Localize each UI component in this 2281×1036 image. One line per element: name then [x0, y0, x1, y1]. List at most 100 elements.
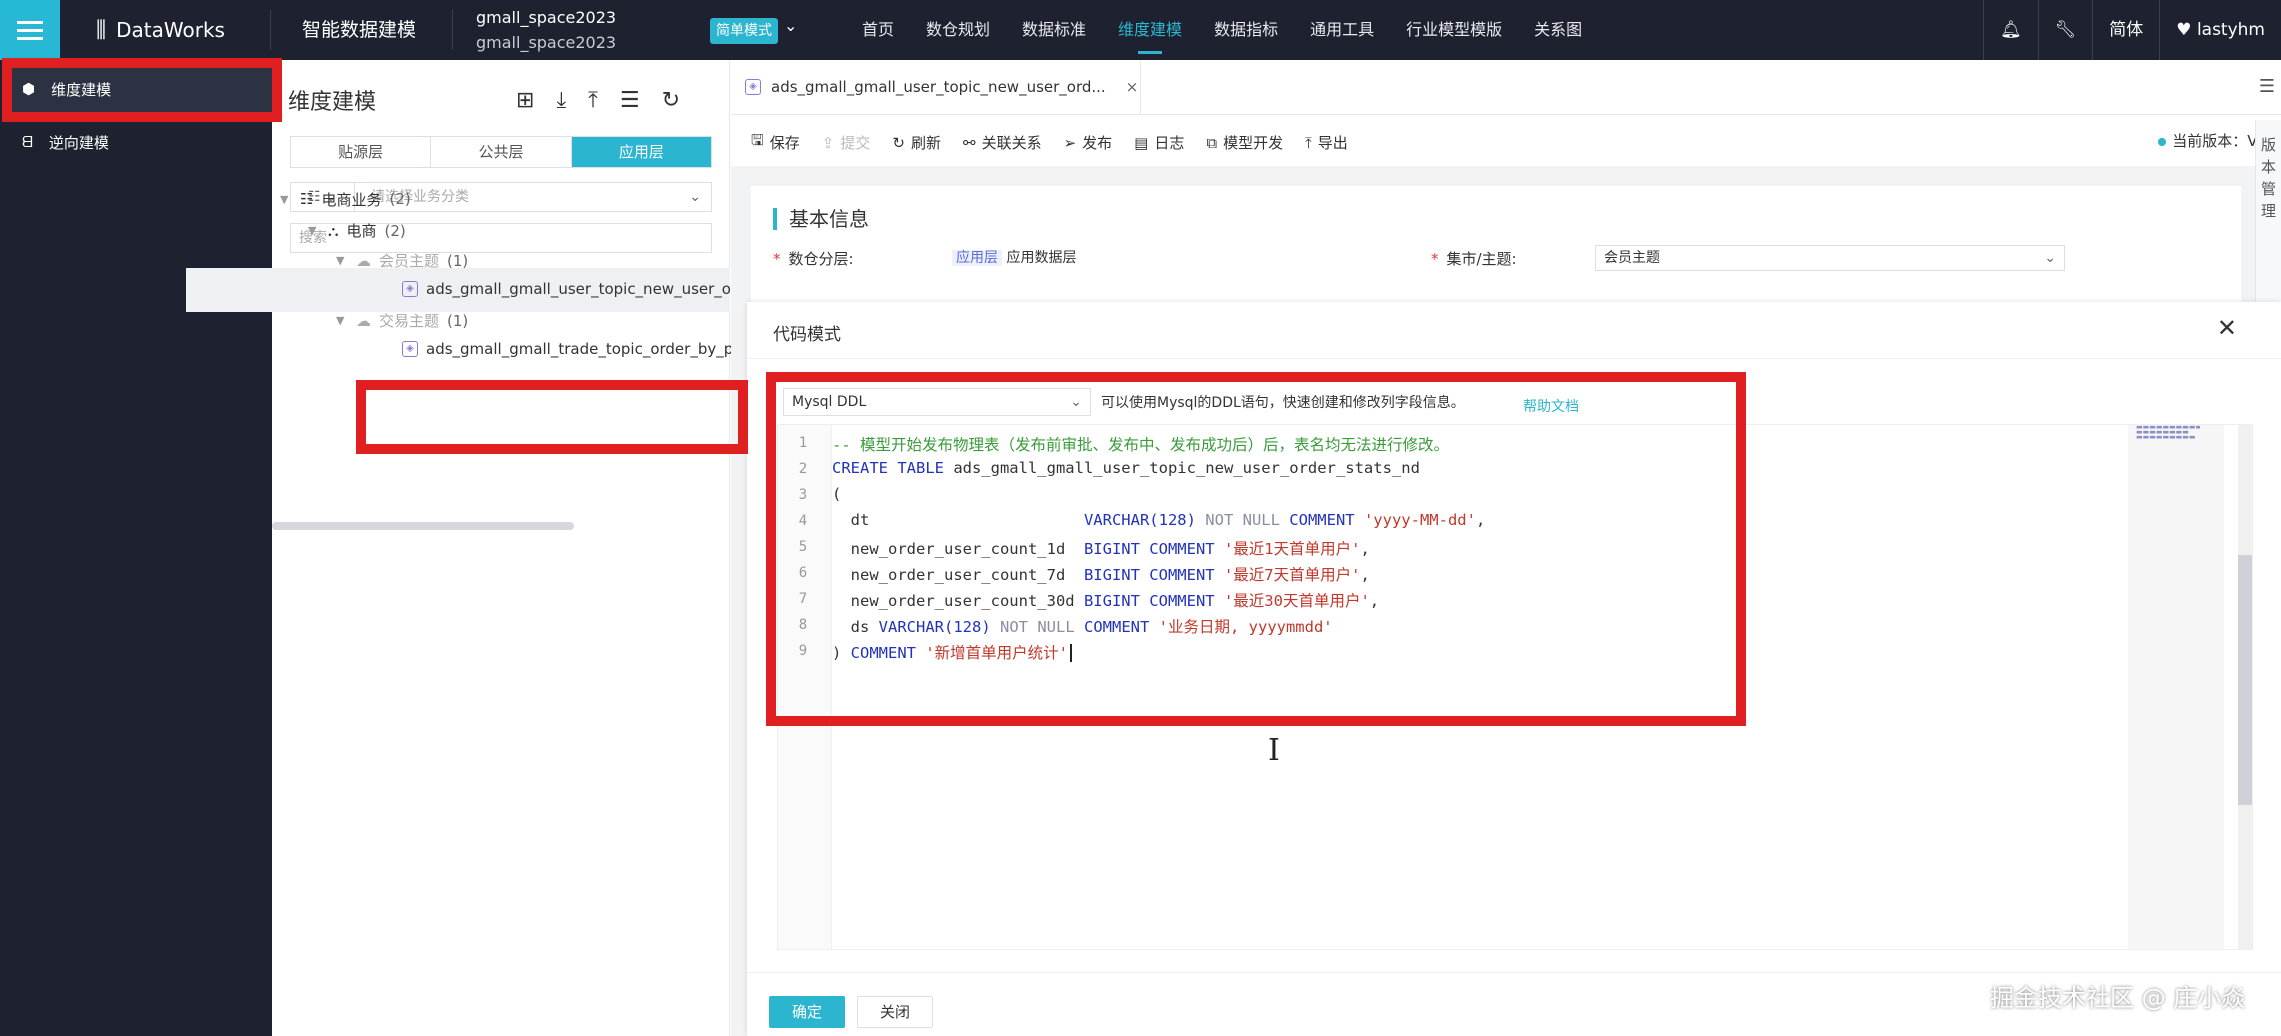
close-button[interactable]: 关闭 [857, 996, 933, 1028]
code-column: ds [832, 618, 879, 636]
model-tree-panel: 维度建模 ⊞ ⤓ ⤒ ☰ ↻ 贴源层 公共层 应用层 ☷ ⌄ 请选择业务分类 ⌄… [186, 60, 1002, 1036]
caret-down-icon[interactable]: ▼ [308, 224, 320, 237]
line-gutter: 1 2 3 4 5 6 7 8 9 [778, 425, 832, 949]
nav-home[interactable]: 首页 [862, 0, 894, 60]
tree-node-user-topic-table[interactable]: ◈ ads_gmall_gmall_user_topic_new_user_or… [402, 280, 746, 298]
layer-tag: 应用层 [952, 250, 1002, 266]
nav-warehouse-planning[interactable]: 数仓规划 [926, 0, 990, 60]
cube-icon: ⬢ [22, 80, 36, 98]
tree-node-count: (2) [389, 190, 411, 208]
wrench-icon[interactable]: 🔧︎ [2037, 0, 2093, 60]
layer-tabs: 贴源层 公共层 应用层 [290, 136, 712, 168]
send-icon: ➢ [1063, 133, 1077, 152]
publish-button[interactable]: ➢ 发布 [1064, 130, 1113, 155]
tab-strip-divider [731, 114, 2281, 115]
nav-relationship-graph[interactable]: 关系图 [1534, 0, 1582, 60]
leftnav-item-dimension-modeling[interactable]: ⬢ 维度建模 [8, 64, 272, 114]
relations-button[interactable]: ⚯ 关联关系 [963, 130, 1042, 155]
tree-node-ecommerce[interactable]: ▼ ⛬ 电商 (2) [308, 220, 406, 241]
refresh-icon[interactable]: ↻ [662, 88, 680, 113]
text-cursor-icon: I [1268, 733, 1280, 768]
code-text: ) [832, 644, 851, 662]
chevron-down-icon: ⌄ [689, 189, 701, 205]
tab-common-layer[interactable]: 公共层 [431, 137, 572, 167]
code-text: , [1360, 540, 1370, 558]
refresh-icon: ↻ [892, 133, 905, 152]
model-dev-button[interactable]: ⧉ 模型开发 [1206, 130, 1283, 155]
code-text: , [1475, 511, 1486, 529]
ddl-type-select[interactable]: Mysql DDL ⌄ [783, 388, 1091, 416]
bell-icon[interactable]: 🔔︎ [1983, 0, 2038, 60]
user-menu[interactable]: ♥ lastyhm [2159, 0, 2281, 60]
watermark: 掘金技术社区 @ 庄小焱 [1990, 984, 2246, 1012]
import-icon[interactable]: ⤓ [556, 88, 566, 113]
tree-node-label: 电商 [346, 222, 377, 240]
table-icon: ◈ [402, 281, 418, 297]
line-number: 7 [798, 591, 808, 607]
code-string: '新增首单用户统计' [925, 644, 1068, 662]
ddl-hint: 可以使用Mysql的DDL语句，快速创建和修改列字段信息。 [1101, 395, 1465, 411]
tab-application-layer[interactable]: 应用层 [571, 137, 711, 167]
text-caret [1070, 644, 1072, 662]
save-button[interactable]: 🖫︎ 保存 [751, 130, 800, 155]
topic-icon: ☁ [356, 251, 371, 270]
chevron-down-icon[interactable]: ⌄ [784, 16, 797, 35]
refresh-button[interactable]: ↻ 刷新 [892, 130, 941, 155]
code-mode-dialog: 代码模式 ✕ Mysql DDL ⌄ 可以使用Mysql的DDL语句，快速创建和… [747, 302, 2281, 1036]
tree-node-ecommerce-business[interactable]: ▼ ☷ 电商业务 (2) [280, 190, 411, 209]
tab-source-layer[interactable]: 贴源层 [291, 137, 432, 167]
code-string: '最近7天首单用户' [1223, 566, 1361, 584]
tab-model-file[interactable]: ◈ ads_gmall_gmall_user_topic_new_user_or… [731, 60, 1141, 115]
nav-data-metrics[interactable]: 数据指标 [1214, 0, 1278, 60]
chevron-down-icon: ⌄ [2044, 250, 2056, 266]
topic-icon: ☁ [356, 311, 371, 330]
hamburger-icon[interactable] [0, 0, 60, 60]
product-name: 智能数据建模 [302, 19, 417, 41]
close-icon[interactable]: ✕ [2217, 314, 2237, 342]
list-icon[interactable]: ☰ [620, 88, 640, 113]
table-icon: ◈ [745, 78, 761, 95]
language-switch[interactable]: 简体 [2092, 0, 2159, 60]
leftnav-item-reverse-modeling[interactable]: ᗺ 逆向建模 [22, 130, 109, 154]
nav-data-standard[interactable]: 数据标准 [1022, 0, 1086, 60]
export-button[interactable]: ⤒ 导出 [1305, 130, 1348, 155]
mode-badge[interactable]: 简单模式 [710, 18, 778, 44]
nav-common-tools[interactable]: 通用工具 [1310, 0, 1374, 60]
nav-industry-templates[interactable]: 行业模型模版 [1406, 0, 1502, 60]
user-name: lastyhm [2196, 20, 2265, 40]
export-icon[interactable]: ⤒ [588, 88, 598, 113]
log-label: 日志 [1154, 134, 1185, 152]
layer-select[interactable]: 应用层 应用数据层 [943, 245, 1397, 271]
vertical-scrollbar[interactable] [2238, 425, 2252, 949]
close-icon[interactable]: × [1126, 78, 1139, 96]
code-keyword: COMMENT [1084, 618, 1159, 636]
caret-down-icon[interactable]: ▼ [280, 193, 292, 206]
caret-down-icon[interactable]: ▼ [336, 314, 348, 327]
code-text: , [1369, 592, 1380, 610]
nav-dimension-modeling[interactable]: 维度建模 [1118, 0, 1182, 60]
more-tabs-icon[interactable]: ☰ [2259, 76, 2275, 97]
field-label: 数仓分层: [788, 250, 854, 268]
code-comment: -- 模型开始发布物理表（发布前审批、发布中、发布成功后）后，表名均无法进行修改… [832, 436, 1449, 454]
caret-down-icon[interactable]: ▼ [336, 254, 348, 267]
code-editor[interactable]: 1 2 3 4 5 6 7 8 9 -- 模型开始发布物理表（发布前审批、发布中… [777, 424, 2253, 950]
log-button[interactable]: ▤ 日志 [1134, 130, 1184, 155]
submit-button[interactable]: ⇪ 提交 [822, 130, 871, 155]
add-icon[interactable]: ⊞ [516, 88, 534, 113]
confirm-button[interactable]: 确定 [769, 996, 845, 1028]
left-nav: ⬢ 维度建模 ᗺ 逆向建模 [0, 60, 272, 1036]
workspace-name: gmall_space2023 [476, 8, 617, 27]
tab-label: ads_gmall_gmall_user_topic_new_user_ord.… [771, 77, 1106, 96]
workspace-switcher[interactable]: gmall_space2023 gmall_space2023 [476, 5, 616, 55]
tree-node-trade-topic-table[interactable]: ◈ ads_gmall_gmall_trade_topic_order_by_p… [402, 340, 748, 358]
logo[interactable]: ⫼ DataWorks [96, 0, 225, 60]
code-minimap[interactable]: ▬▬▬▬▬▬▬▬▬▬ ▬▬▬▬▬▬▬▬ ▬▬▬▬▬▬▬▬▬ [2128, 425, 2224, 949]
submit-label: 提交 [840, 134, 871, 152]
tree-node-label: ads_gmall_gmall_trade_topic_order_by_pro [426, 340, 749, 358]
scrollbar-thumb[interactable] [2238, 555, 2252, 805]
tree-node-trade-topic[interactable]: ▼ ☁ 交易主题 (1) [336, 310, 468, 331]
help-doc-link[interactable]: 帮助文档 [1523, 396, 1579, 416]
refresh-label: 刷新 [910, 134, 941, 152]
horizontal-scrollbar[interactable] [272, 522, 574, 530]
mart-select[interactable]: 会员主题 ⌄ [1595, 245, 2065, 271]
